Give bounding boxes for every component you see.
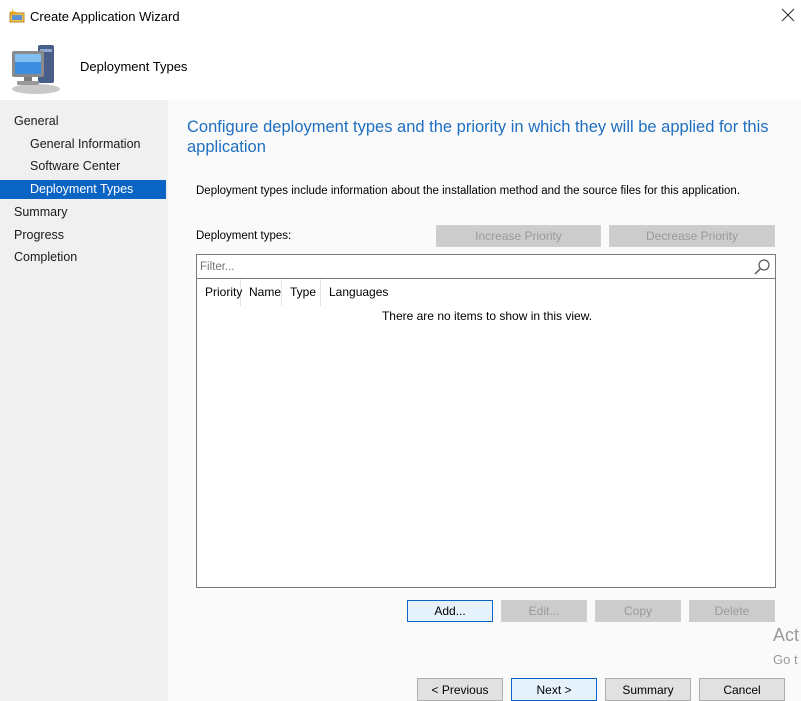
sidebar-item-label: General [14, 114, 59, 128]
page-description: Deployment types include information abo… [196, 185, 741, 197]
close-icon[interactable] [780, 7, 796, 23]
sidebar-item-label: Progress [14, 228, 65, 242]
sidebar-item-general[interactable]: General [14, 112, 58, 131]
wizard-steps-sidebar: General General Information Software Cen… [0, 100, 168, 701]
sidebar-item-deployment-types[interactable]: Deployment Types [0, 180, 166, 199]
deployment-types-list[interactable]: Priority Name Type Languages There are n… [196, 278, 776, 588]
empty-list-message: There are no items to show in this view. [381, 309, 593, 323]
copy-button[interactable]: Copy [595, 600, 681, 622]
cancel-button[interactable]: Cancel [699, 678, 785, 701]
column-header-name[interactable]: Name [241, 279, 282, 306]
add-button[interactable]: Add... [407, 600, 493, 622]
next-button[interactable]: Next > [511, 678, 597, 701]
sidebar-item-label: Completion [14, 250, 78, 264]
wizard-app-icon [9, 9, 25, 23]
sidebar-item-label: General Information [30, 137, 141, 151]
main-content: Configure deployment types and the prior… [168, 100, 801, 701]
edit-button[interactable]: Edit... [501, 600, 587, 622]
title-bar: Create Application Wizard [0, 0, 801, 32]
sidebar-item-summary[interactable]: Summary [14, 203, 67, 222]
search-icon[interactable] [753, 258, 771, 276]
page-heading: Configure deployment types and the prior… [187, 118, 769, 156]
sidebar-item-label: Summary [14, 205, 68, 219]
column-header-priority[interactable]: Priority [197, 279, 242, 306]
delete-button[interactable]: Delete [689, 600, 775, 622]
window-title: Create Application Wizard [30, 9, 180, 24]
increase-priority-button[interactable]: Increase Priority [436, 225, 601, 247]
sidebar-item-label: Software Center [30, 159, 121, 173]
previous-button[interactable]: < Previous [417, 678, 503, 701]
filter-input[interactable] [200, 259, 745, 275]
filter-box [196, 254, 776, 279]
decrease-priority-button[interactable]: Decrease Priority [609, 225, 775, 247]
computer-icon [12, 45, 60, 94]
activation-watermark-line2: Go t [773, 652, 798, 667]
column-header-type[interactable]: Type [282, 279, 321, 306]
sidebar-item-general-information[interactable]: General Information [30, 135, 140, 154]
sidebar-item-progress[interactable]: Progress [14, 226, 64, 245]
summary-button[interactable]: Summary [605, 678, 691, 701]
deployment-types-label: Deployment types: [196, 230, 292, 242]
column-header-languages[interactable]: Languages [321, 279, 391, 306]
activation-watermark-line1: Act [773, 625, 800, 645]
sidebar-item-software-center[interactable]: Software Center [30, 157, 120, 176]
header-title: Deployment Types [80, 59, 188, 74]
sidebar-item-completion[interactable]: Completion [14, 248, 77, 267]
wizard-header: Deployment Types [0, 32, 801, 100]
sidebar-item-label: Deployment Types [30, 182, 134, 196]
